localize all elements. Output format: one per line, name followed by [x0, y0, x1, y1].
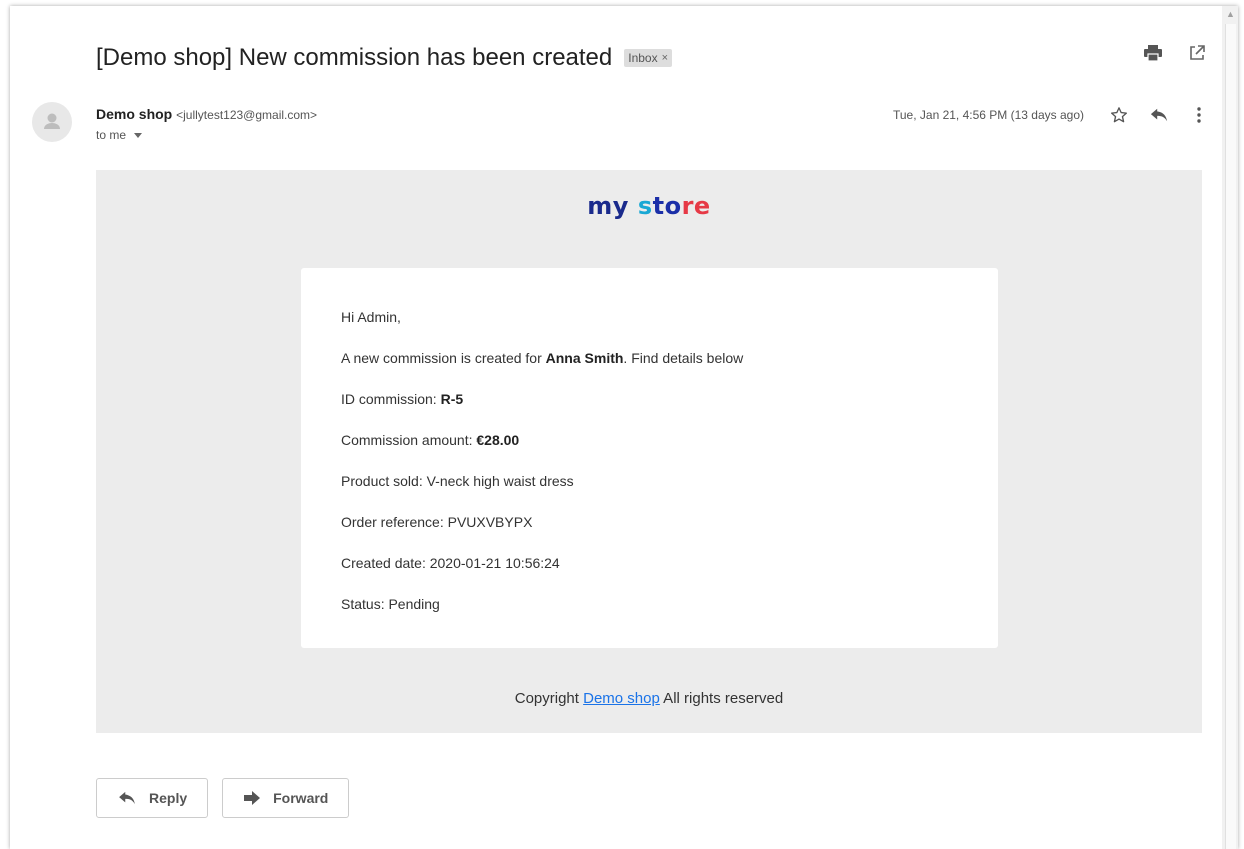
copyright-prefix: Copyright	[514, 690, 584, 707]
reply-icon	[119, 791, 135, 805]
product-line: Product sold: V-neck high waist dress	[341, 473, 574, 489]
id-value: R-5	[440, 391, 464, 407]
scroll-thumb[interactable]	[1225, 24, 1236, 849]
scrollbar[interactable]: ▲	[1222, 6, 1238, 849]
sender-email: <jullytest123@gmail.com>	[176, 108, 318, 122]
remove-label-icon[interactable]: ×	[662, 52, 668, 64]
amount-label: Commission amount:	[341, 432, 477, 448]
customer-name: Anna Smith	[545, 350, 624, 366]
intro-suffix: . Find details below	[623, 350, 744, 366]
commission-id-line: ID commission: R-5	[341, 390, 743, 408]
avatar-icon	[44, 113, 60, 129]
logo-text-to: to	[652, 192, 682, 220]
sender-block: Demo shop <jullytest123@gmail.com> to me	[96, 106, 317, 142]
inbox-label-chip[interactable]: Inbox ×	[624, 49, 673, 67]
reply-icon[interactable]	[1148, 104, 1170, 126]
sender-name[interactable]: Demo shop	[96, 106, 172, 122]
reply-label: Reply	[149, 790, 188, 806]
email-date: Tue, Jan 21, 4:56 PM (13 days ago)	[893, 108, 1084, 122]
commission-card: Hi Admin, A new commission is created fo…	[301, 268, 998, 648]
commission-details: Hi Admin, A new commission is created fo…	[341, 308, 743, 636]
reply-button[interactable]: Reply	[96, 778, 209, 818]
created-date-line: Created date: 2020-01-21 10:56:24	[341, 555, 560, 571]
amount-value: €28.00	[476, 432, 520, 448]
scroll-up-arrow-icon[interactable]: ▲	[1226, 10, 1235, 19]
print-icon[interactable]	[1142, 42, 1164, 64]
forward-label: Forward	[273, 790, 329, 806]
email-subject: [Demo shop] New commission has been crea…	[96, 44, 613, 71]
order-reference-line: Order reference: PVUXVBYPX	[341, 514, 533, 530]
logo-text-my: my	[587, 192, 629, 220]
logo-text-re: re	[681, 192, 711, 220]
forward-icon	[244, 791, 261, 805]
sender-avatar[interactable]	[32, 102, 72, 142]
email-content: my store Hi Admin, A new commission is c…	[96, 170, 1202, 733]
sender-line: Demo shop <jullytest123@gmail.com>	[96, 106, 317, 122]
recipients-toggle[interactable]: to me	[96, 128, 317, 142]
intro-line: A new commission is created for Anna Smi…	[341, 349, 743, 367]
forward-button[interactable]: Forward	[222, 778, 350, 818]
logo-text-s: s	[637, 192, 653, 220]
message-meta: Tue, Jan 21, 4:56 PM (13 days ago)	[893, 104, 1210, 126]
commission-amount-line: Commission amount: €28.00	[341, 431, 743, 449]
reply-actions: Reply Forward	[96, 778, 350, 818]
status-line: Status: Pending	[341, 596, 440, 612]
greeting: Hi Admin,	[341, 309, 401, 325]
subject-row: [Demo shop] New commission has been crea…	[96, 40, 1208, 76]
chevron-down-icon	[134, 132, 143, 138]
id-label: ID commission:	[341, 391, 441, 407]
open-new-window-icon[interactable]	[1186, 42, 1208, 64]
to-text: to me	[96, 128, 127, 142]
copyright-suffix: All rights reserved	[659, 690, 784, 707]
store-logo: my store	[96, 192, 1202, 220]
top-actions	[1142, 42, 1208, 64]
more-vert-icon[interactable]	[1188, 104, 1210, 126]
demo-shop-link[interactable]: Demo shop	[583, 690, 660, 707]
copyright: Copyright Demo shop All rights reserved	[96, 690, 1202, 707]
label-text: Inbox	[628, 51, 658, 65]
email-view: ▲ [Demo shop] New commission has been cr…	[10, 6, 1238, 849]
intro-prefix: A new commission is created for	[341, 350, 546, 366]
star-icon[interactable]	[1108, 104, 1130, 126]
